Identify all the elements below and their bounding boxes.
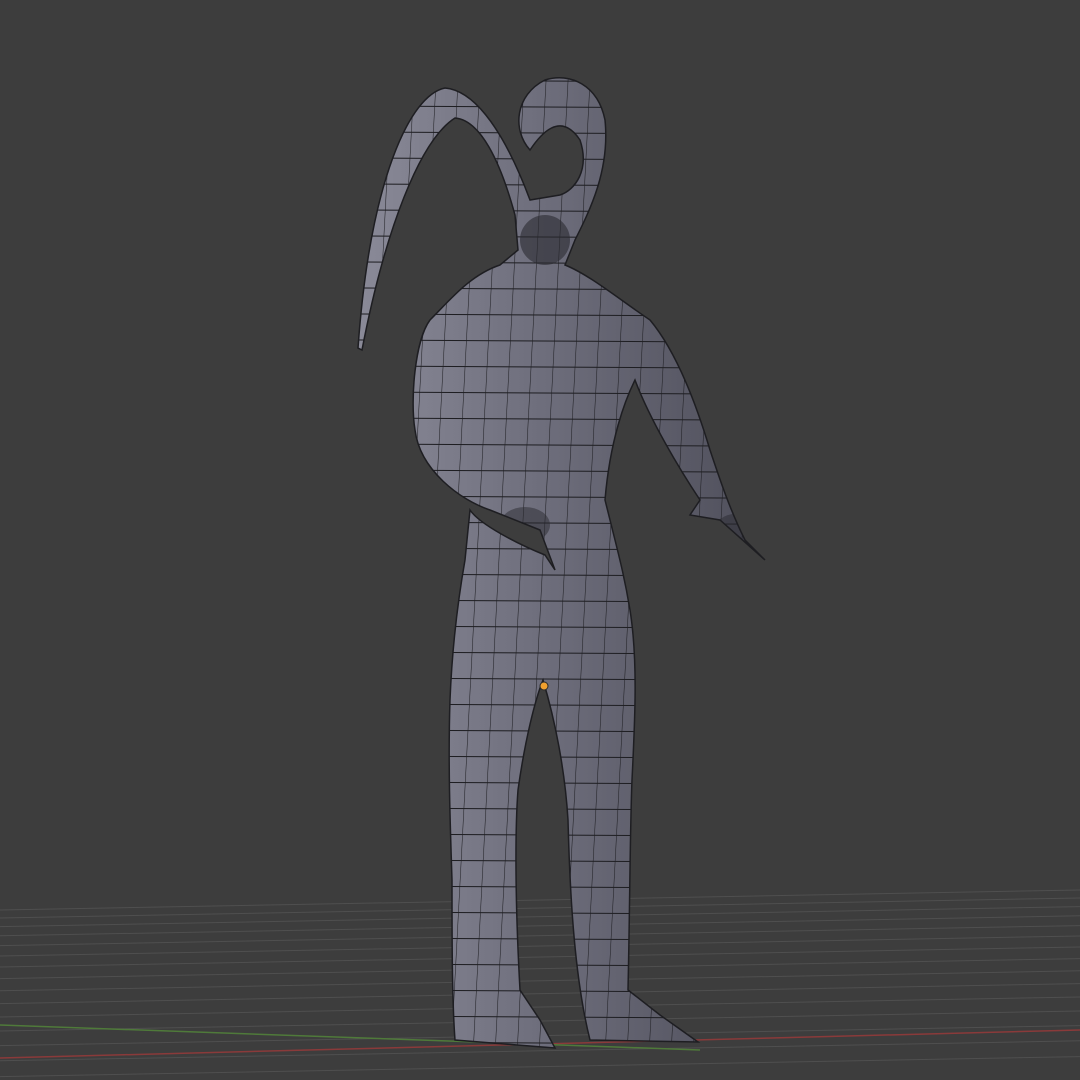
mesh-wireframe: [358, 77, 765, 1049]
viewport-canvas[interactable]: [0, 0, 1080, 1080]
grid-line: [0, 958, 1080, 980]
grid-line: [0, 906, 1080, 928]
grid-line: [0, 983, 1080, 1005]
grid-line: [0, 889, 1080, 911]
mesh-object[interactable]: [0, 0, 1080, 1080]
floor-grid: [0, 889, 1080, 1078]
grid-line: [0, 925, 1080, 947]
grid-line: [0, 970, 1080, 992]
3d-viewport[interactable]: [0, 0, 1080, 1080]
grid-line: [0, 897, 1080, 919]
grid-line: [0, 1056, 1080, 1078]
grid-line: [0, 946, 1080, 968]
object-origin-dot-icon[interactable]: [539, 681, 549, 691]
grid-line: [0, 915, 1080, 937]
grid-line: [0, 935, 1080, 957]
